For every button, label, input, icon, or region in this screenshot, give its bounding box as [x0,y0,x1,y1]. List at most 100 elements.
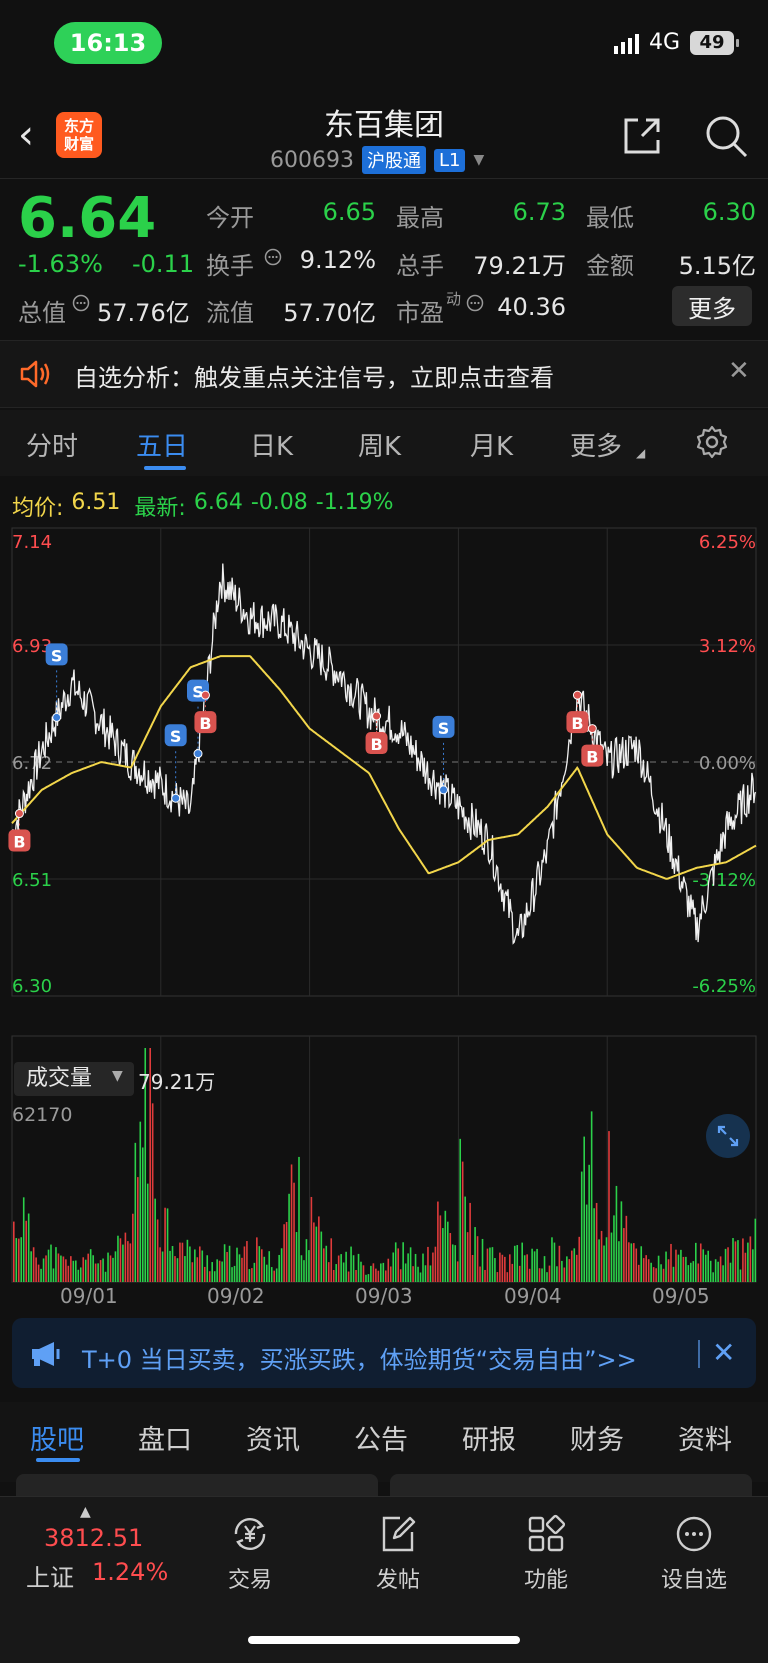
tab-guba[interactable]: 股吧 [30,1418,84,1457]
volume-bar [313,1222,315,1282]
volume-total: 79.21万 [138,1070,216,1094]
megaphone-icon [32,1342,60,1366]
volume-bar [132,1213,134,1282]
battery-icon: 49 [690,30,739,55]
index-pct[interactable]: 1.24% [92,1558,168,1586]
info-icon[interactable] [264,248,282,266]
volume-bar [442,1228,444,1282]
total-mv-value: 57.76亿 [97,299,190,327]
volume-bar [216,1259,218,1282]
volume-bar [600,1230,603,1282]
more-button[interactable]: 更多 [672,286,752,326]
tab-news[interactable]: 资讯 [246,1418,300,1457]
volume-bar [399,1269,402,1282]
index-value[interactable]: 3812.51 [44,1524,143,1552]
volume-bar [652,1267,655,1282]
volume-bar [377,1270,380,1282]
change-amount: -0.11 [132,250,195,278]
volume-bar [513,1245,516,1282]
promo-text[interactable]: T+0 当日买卖，买涨买跌，体验期货“交易自由”>> [82,1340,637,1375]
latest-label: 最新: [134,496,186,521]
index-name[interactable]: 上证 [26,1558,74,1593]
volume-bar [65,1259,67,1282]
tab-research[interactable]: 研报 [462,1418,516,1457]
volume-bar [434,1246,437,1282]
nav-trade[interactable]: 交易 [200,1512,300,1594]
tab-daily-k[interactable]: 日K [250,426,293,463]
nav-post[interactable]: 发帖 [348,1512,448,1594]
volume-bar [389,1266,392,1282]
tab-profile[interactable]: 资料 [678,1418,732,1457]
volume-bar [660,1264,662,1282]
volume-bar [233,1265,236,1282]
volume-bar [166,1208,169,1282]
tab-pankou[interactable]: 盘口 [138,1418,192,1457]
share-icon[interactable] [618,112,666,160]
volume-bar [523,1255,526,1282]
latest-pct: -1.19% [315,490,394,515]
volume-bar [184,1256,186,1282]
volume-bar [146,1183,149,1282]
gear-icon[interactable] [694,424,730,460]
volume-bar [50,1244,52,1282]
info-icon[interactable] [466,294,484,312]
volume-bar [156,1219,159,1282]
volume-bar [275,1268,278,1282]
nav-functions[interactable]: 功能 [496,1512,596,1594]
pct-axis-label: -3.12% [692,870,756,891]
volume-bar [305,1239,308,1282]
volume-bar [533,1251,536,1282]
volume-bar [620,1201,623,1282]
info-icon[interactable] [72,294,90,312]
nav-add-watchlist[interactable]: 设自选 [644,1512,744,1594]
volume-bar [32,1247,35,1282]
volume-bar [456,1261,459,1282]
volume-bar [412,1266,414,1282]
tab-intraday[interactable]: 分时 [26,426,78,463]
marker-point [52,712,62,722]
tab-five-day[interactable]: 五日 [136,426,188,463]
tab-more[interactable]: 更多 [570,426,622,463]
volume-bar [238,1254,241,1282]
volume-bar [630,1243,633,1282]
volume-bar [571,1250,573,1282]
volume-max: 62170 [12,1104,73,1126]
volume-bar [30,1251,32,1282]
volume-bar [729,1262,732,1282]
volume-bar [189,1246,191,1282]
tab-monthly-k[interactable]: 月K [470,426,513,463]
volume-bar [387,1258,390,1282]
volume-bar [273,1270,275,1282]
volume-bar [159,1247,161,1282]
volume-bar [345,1251,347,1282]
notice-text[interactable]: 自选分析：触发重点关注信号，立即点击查看 [74,358,554,393]
volume-bar [414,1253,417,1282]
volume-bar [223,1244,226,1282]
volume-bar [437,1201,439,1282]
volume-bar [114,1251,117,1282]
close-icon[interactable]: ✕ [728,356,750,386]
low-label: 最低 [586,204,634,232]
stock-subline[interactable]: 600693 沪股通 L1 ▼ [270,146,484,174]
volume-bar [667,1259,670,1282]
volume-bar [174,1256,176,1282]
tab-finance[interactable]: 财务 [570,1418,624,1457]
volume-bar [315,1226,318,1282]
date-label: 09/04 [504,1284,562,1308]
volume-bar [335,1264,337,1282]
marker-point [14,809,24,819]
price-axis-label: 6.51 [12,870,52,891]
volume-bar [82,1257,85,1282]
volume-bar [310,1196,313,1282]
volume-bar [246,1241,248,1282]
expand-icon[interactable] [706,1114,750,1158]
volume-label: 总手 [396,252,444,280]
tab-announcements[interactable]: 公告 [354,1418,408,1457]
volume-bar [665,1251,667,1282]
five-day-chart[interactable]: 7.14 6.25%6.93 3.12%6.72 0.00%6.51 -3.12%6.3… [0,524,768,1284]
close-icon[interactable]: ✕ [712,1336,735,1369]
tab-weekly-k[interactable]: 周K [358,426,401,463]
search-icon[interactable] [702,112,750,160]
volume-bar [593,1208,595,1282]
volume-bar [236,1247,238,1282]
